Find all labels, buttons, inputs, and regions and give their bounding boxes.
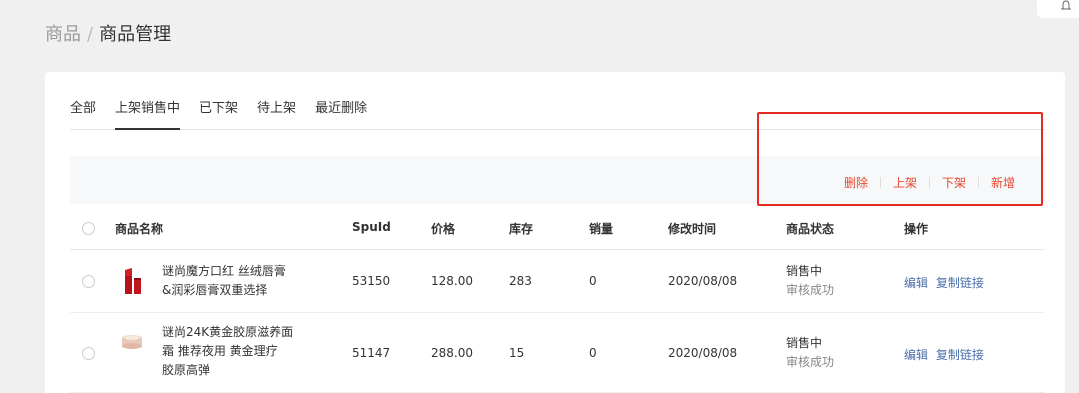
product-name-line: &润彩唇膏双重选择 (162, 283, 268, 297)
cell-modified: 2020/08/08 (668, 274, 738, 288)
breadcrumb-separator: / (87, 24, 94, 45)
row-select-radio[interactable] (82, 275, 95, 288)
divider (977, 177, 979, 188)
table-row: 谜尚24K黄金胶原滋养面 霜 推荐夜用 黄金理疗 胶原高弹 51147 288.… (70, 313, 1045, 393)
header-spuid: SpuId (352, 220, 391, 234)
delete-button[interactable]: 删除 (844, 174, 868, 191)
header-modified: 修改时间 (668, 222, 717, 236)
lipstick-thumbnail (120, 266, 144, 294)
row-operations: 编辑 复制链接 (904, 274, 984, 291)
tab-all[interactable]: 全部 (70, 100, 96, 130)
select-all-radio[interactable] (82, 222, 95, 235)
header-name: 商品名称 (115, 222, 164, 236)
breadcrumb-parent[interactable]: 商品 (45, 24, 81, 45)
cell-sales: 0 (589, 274, 597, 288)
header-status: 商品状态 (786, 222, 835, 236)
edit-link[interactable]: 编辑 (904, 276, 928, 290)
cell-spuid: 51147 (352, 346, 391, 360)
tab-on-sale[interactable]: 上架销售中 (115, 100, 181, 130)
review-status: 审核成功 (786, 283, 835, 297)
on-shelf-button[interactable]: 上架 (893, 174, 917, 191)
tab-off-shelf[interactable]: 已下架 (199, 100, 238, 130)
bulk-actions: 删除 上架 下架 新增 (844, 174, 1015, 191)
tab-recently-deleted[interactable]: 最近删除 (315, 100, 367, 130)
cell-spuid: 53150 (352, 274, 391, 288)
bell-icon-svg (1060, 0, 1072, 10)
product-name-line: 霜 推荐夜用 黄金理疗 (162, 344, 278, 358)
table-row: 谜尚魔方口红 丝绒唇膏 &润彩唇膏双重选择 53150 128.00 283 0… (70, 250, 1045, 313)
copy-link[interactable]: 复制链接 (936, 276, 984, 290)
product-name[interactable]: 谜尚24K黄金胶原滋养面 霜 推荐夜用 黄金理疗 胶原高弹 (162, 323, 302, 380)
cell-price: 288.00 (431, 346, 473, 360)
cream-jar-thumbnail (120, 329, 144, 357)
divider (879, 177, 881, 188)
product-name-line: 谜尚24K黄金胶原滋养面 (162, 325, 294, 339)
row-select-radio[interactable] (82, 347, 95, 360)
product-name-line: 胶原高弹 (162, 363, 211, 377)
action-toolbar: 删除 上架 下架 新增 (70, 156, 1045, 204)
status-label: 销售中 (786, 264, 823, 278)
header-price: 价格 (431, 222, 456, 236)
product-name[interactable]: 谜尚魔方口红 丝绒唇膏 &润彩唇膏双重选择 (162, 262, 302, 300)
breadcrumb-current: 商品管理 (99, 24, 172, 45)
product-table: 商品名称 SpuId 价格 库存 销量 修改时间 商品状态 操作 谜尚魔方口红 … (70, 206, 1045, 393)
product-name-line: 谜尚魔方口红 丝绒唇膏 (162, 264, 286, 278)
status-label: 销售中 (786, 336, 823, 350)
breadcrumb: 商品 / 商品管理 (45, 20, 171, 46)
edit-link[interactable]: 编辑 (904, 348, 928, 362)
cell-modified: 2020/08/08 (668, 346, 738, 360)
divider (928, 177, 930, 188)
status-cell: 销售中 审核成功 (786, 334, 834, 372)
status-cell: 销售中 审核成功 (786, 262, 834, 300)
bell-icon[interactable] (1037, 0, 1079, 18)
tab-pending[interactable]: 待上架 (257, 100, 296, 130)
cell-stock: 283 (509, 274, 532, 288)
copy-link[interactable]: 复制链接 (936, 348, 984, 362)
cell-sales: 0 (589, 346, 597, 360)
cell-price: 128.00 (431, 274, 473, 288)
review-status: 审核成功 (786, 355, 835, 369)
row-operations: 编辑 复制链接 (904, 346, 984, 363)
product-card: 全部 上架销售中 已下架 待上架 最近删除 删除 上架 下架 新增 商品名称 S… (45, 72, 1065, 393)
header-ops: 操作 (904, 222, 929, 236)
cell-stock: 15 (509, 346, 525, 360)
add-button[interactable]: 新增 (991, 174, 1015, 191)
header-sales: 销量 (589, 222, 614, 236)
status-tabs: 全部 上架销售中 已下架 待上架 最近删除 (70, 100, 1045, 130)
header-stock: 库存 (509, 222, 534, 236)
off-shelf-button[interactable]: 下架 (942, 174, 966, 191)
table-header: 商品名称 SpuId 价格 库存 销量 修改时间 商品状态 操作 (70, 206, 1045, 250)
